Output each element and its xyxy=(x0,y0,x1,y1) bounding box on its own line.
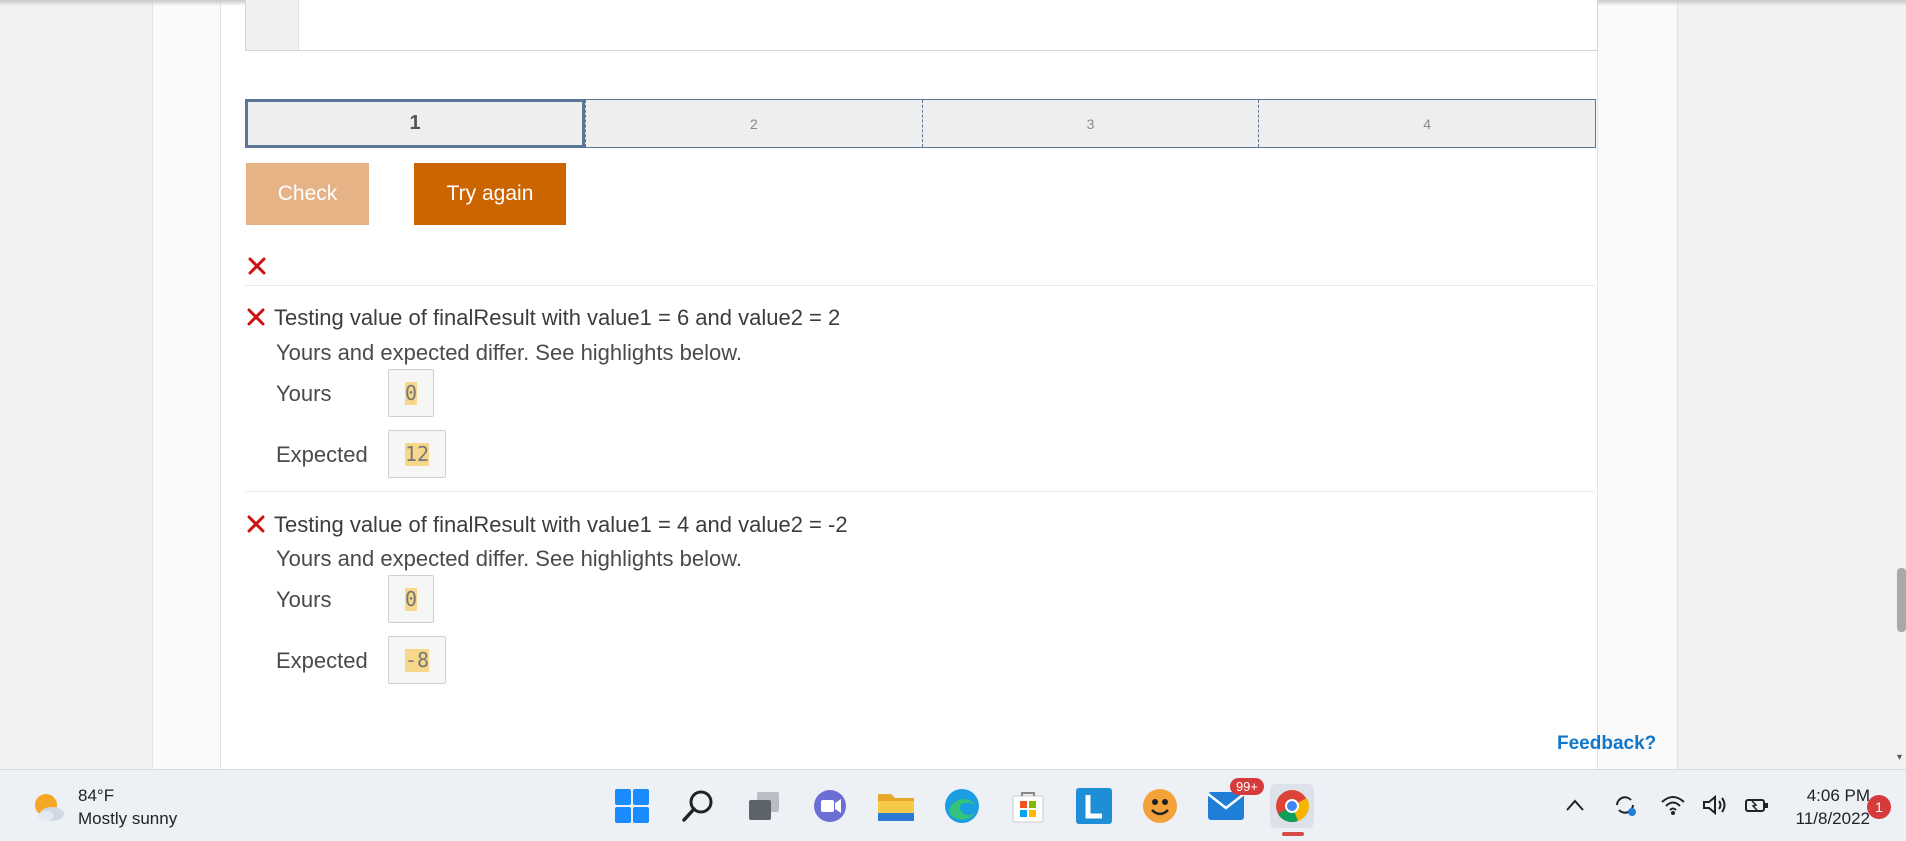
code-gutter xyxy=(246,0,299,50)
feedback-link[interactable]: Feedback? xyxy=(1557,733,1656,755)
battery-charging-icon[interactable] xyxy=(1742,790,1772,820)
notification-badge[interactable]: 1 xyxy=(1867,795,1891,819)
yours-label: Yours xyxy=(276,381,332,406)
divider xyxy=(245,491,1595,492)
divider xyxy=(245,285,1595,286)
l-app-icon[interactable] xyxy=(1072,784,1116,828)
microsoft-store-icon[interactable] xyxy=(1006,784,1050,828)
windows-start-icon[interactable] xyxy=(610,784,654,828)
expected-value: -8 xyxy=(405,647,430,672)
wifi-icon[interactable] xyxy=(1658,790,1688,820)
system-clock[interactable]: 4:06 PM 11/8/2022 xyxy=(1770,784,1870,830)
expected-label: Expected xyxy=(276,648,368,673)
clock-date: 11/8/2022 xyxy=(1795,809,1870,828)
test-fail-x-icon xyxy=(246,514,266,534)
check-button[interactable]: Check xyxy=(246,163,369,225)
yours-value: 0 xyxy=(405,586,418,611)
sun-cloud-icon xyxy=(30,789,66,825)
taskbar-apps: 99+ xyxy=(610,778,1336,836)
test-fail-x-icon xyxy=(246,307,266,327)
step-progress-bar: 1 2 3 4 xyxy=(245,99,1596,148)
mail-badge: 99+ xyxy=(1229,778,1264,795)
step-4[interactable]: 4 xyxy=(1258,100,1595,147)
yours-value: 0 xyxy=(405,380,418,405)
test-title: Testing value of finalResult with value1… xyxy=(274,305,841,330)
task-view-icon[interactable] xyxy=(742,784,786,828)
chevron-up-icon[interactable] xyxy=(1560,790,1590,820)
mail-icon[interactable]: 99+ xyxy=(1204,778,1264,828)
expected-value-box: -8 xyxy=(388,636,447,684)
test-message: Yours and expected differ. See highlight… xyxy=(276,340,743,365)
test-message: Yours and expected differ. See highlight… xyxy=(276,546,743,571)
step-1[interactable]: 1 xyxy=(245,99,585,148)
yours-label: Yours xyxy=(276,587,332,612)
scrollbar-thumb[interactable] xyxy=(1897,568,1906,632)
teams-chat-icon[interactable] xyxy=(808,784,852,828)
test-title: Testing value of finalResult with value1… xyxy=(274,512,848,537)
edge-browser-icon[interactable] xyxy=(940,784,984,828)
weather-widget[interactable]: 84°F Mostly sunny xyxy=(30,784,177,830)
code-editor[interactable] xyxy=(245,0,1598,51)
yours-value-box: 0 xyxy=(388,575,435,623)
chrome-browser-icon[interactable] xyxy=(1270,784,1314,836)
clock-time: 4:06 PM xyxy=(1806,786,1870,805)
try-again-button[interactable]: Try again xyxy=(414,163,566,225)
system-tray xyxy=(1560,790,1784,820)
fail-x-icon xyxy=(247,256,267,276)
yours-value-box: 0 xyxy=(388,369,435,417)
active-app-indicator xyxy=(1282,832,1304,836)
expected-value: 12 xyxy=(405,441,430,466)
step-2[interactable]: 2 xyxy=(585,100,922,147)
file-explorer-icon[interactable] xyxy=(874,784,918,828)
orange-app-icon[interactable] xyxy=(1138,784,1182,828)
search-icon[interactable] xyxy=(676,784,720,828)
volume-icon[interactable] xyxy=(1700,790,1730,820)
windows-taskbar: 84°F Mostly sunny 99+ 4:06 PM 11/8/2022 … xyxy=(0,769,1906,841)
weather-temp: 84°F xyxy=(78,786,115,805)
expected-value-box: 12 xyxy=(388,430,447,478)
scroll-down-arrow-icon[interactable]: ▾ xyxy=(1897,752,1902,763)
step-3[interactable]: 3 xyxy=(921,100,1259,147)
weather-desc: Mostly sunny xyxy=(78,809,178,828)
sync-icon[interactable] xyxy=(1610,790,1640,820)
expected-label: Expected xyxy=(276,442,368,467)
